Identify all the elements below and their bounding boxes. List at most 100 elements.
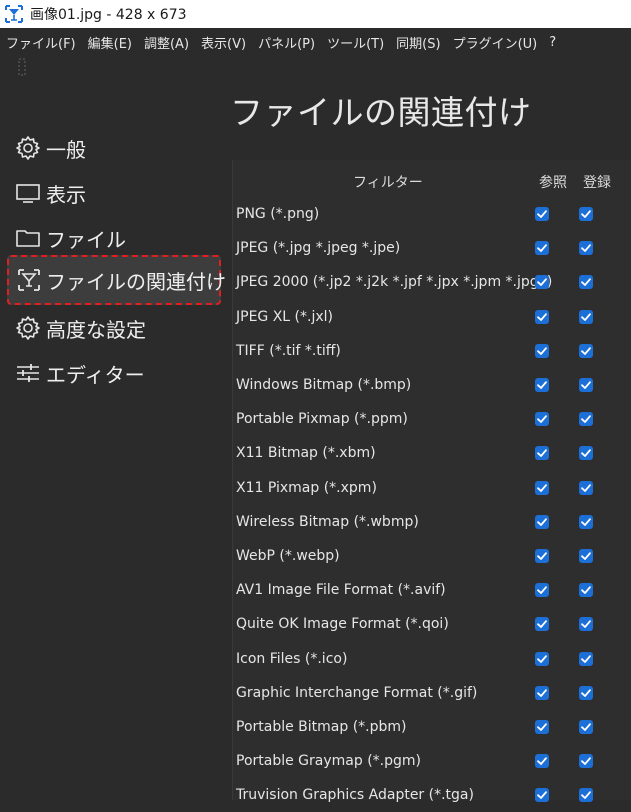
register-checkbox[interactable] [579,480,593,495]
reference-checkbox[interactable] [535,583,549,598]
reference-checkbox[interactable] [535,617,549,632]
table-row[interactable]: Truvision Graphics Adapter (*.tga) [233,778,631,812]
table-row[interactable]: JPEG (*.jpg *.jpeg *.jpe) [233,231,631,265]
table-row[interactable]: Icon Files (*.ico) [233,642,631,676]
reference-checkbox[interactable] [535,207,549,221]
register-checkbox[interactable] [579,446,593,461]
menu-edit[interactable]: 編集(E) [82,33,138,52]
register-checkbox[interactable] [579,549,593,563]
reference-checkbox[interactable] [535,651,549,666]
header-reference[interactable]: 参照 [539,172,567,192]
reference-checkbox[interactable] [535,685,549,700]
table-row[interactable]: PNG (*.png) [233,197,631,231]
sidebar-item-display[interactable]: 表示 [14,176,86,210]
reference-checkbox[interactable] [535,754,549,769]
register-checkbox[interactable] [579,617,593,632]
header-filter[interactable]: フィルター [353,172,423,192]
gear-icon [14,134,42,162]
register-checkbox[interactable] [579,651,593,666]
register-checkbox[interactable] [579,754,593,769]
toolbar-grip-handle[interactable] [16,57,28,77]
filter-name: X11 Pixmap (*.xpm) [236,479,377,496]
menu-help[interactable]: ? [543,35,562,50]
filter-name: Truvision Graphics Adapter (*.tga) [236,787,474,804]
table-row[interactable]: Portable Pixmap (*.ppm) [233,402,631,436]
table-header: フィルター 参照 登録 [233,160,631,200]
table-row[interactable]: WebP (*.webp) [233,539,631,573]
menu-plugins[interactable]: プラグイン(U) [447,33,544,52]
sidebar-item-label: エディター [46,362,145,387]
sidebar-item-file-association[interactable]: ファイルの関連付け [7,255,226,305]
register-checkbox[interactable] [579,378,593,392]
reference-checkbox[interactable] [535,241,549,256]
reference-checkbox[interactable] [535,549,549,563]
sidebar-item-editor[interactable]: エディター [14,356,145,390]
filter-name: WebP (*.webp) [236,548,340,564]
reference-checkbox[interactable] [535,446,549,461]
reference-checkbox[interactable] [535,343,549,358]
register-checkbox[interactable] [579,309,593,324]
header-register[interactable]: 登録 [583,172,611,192]
table-row[interactable]: Graphic Interchange Format (*.gif) [233,676,631,710]
table-row[interactable]: JPEG 2000 (*.jp2 *.j2k *.jpf *.jpx *.jpm… [233,265,631,299]
filter-name: Portable Pixmap (*.ppm) [236,411,408,428]
menu-tools[interactable]: ツール(T) [321,33,390,52]
sidebar-item-label: ファイルの関連付け [46,269,226,294]
reference-checkbox[interactable] [535,378,549,392]
register-checkbox[interactable] [579,275,593,290]
sidebar-item-file[interactable]: ファイル [14,221,126,255]
register-checkbox[interactable] [579,720,593,734]
reference-checkbox[interactable] [535,788,549,803]
sidebar-item-general[interactable]: 一般 [14,131,86,165]
window-title: 画像01.jpg - 428 x 673 [30,7,187,23]
reference-checkbox[interactable] [535,309,549,324]
filter-name: Portable Graymap (*.pgm) [236,753,421,770]
table-row[interactable]: JPEG XL (*.jxl) [233,300,631,334]
sidebar-item-label: 一般 [46,137,86,162]
table-row[interactable]: Windows Bitmap (*.bmp) [233,368,631,402]
filter-name: TIFF (*.tif *.tiff) [236,342,341,359]
menu-sync[interactable]: 同期(S) [390,33,446,52]
reference-checkbox[interactable] [535,480,549,495]
filter-name: Icon Files (*.ico) [236,650,348,667]
sliders-icon [14,359,42,387]
register-checkbox[interactable] [579,514,593,529]
table-row[interactable]: X11 Bitmap (*.xbm) [233,436,631,470]
register-checkbox[interactable] [579,241,593,256]
filter-name: Portable Bitmap (*.pbm) [236,719,407,735]
filter-name: Wireless Bitmap (*.wbmp) [236,513,419,530]
table-row[interactable]: Portable Graymap (*.pgm) [233,744,631,778]
filter-name: AV1 Image File Format (*.avif) [236,582,446,599]
gear-icon [14,314,42,342]
page-title: ファイルの関連付け [230,93,532,132]
menu-file[interactable]: ファイル(F) [0,33,82,52]
table-row[interactable]: Portable Bitmap (*.pbm) [233,710,631,744]
filter-name: JPEG XL (*.jxl) [236,308,333,325]
register-checkbox[interactable] [579,583,593,598]
menu-view[interactable]: 表示(V) [195,33,252,52]
register-checkbox[interactable] [579,207,593,221]
reference-checkbox[interactable] [535,275,549,290]
sidebar-item-advanced[interactable]: 高度な設定 [14,311,146,345]
menu-adjust[interactable]: 調整(A) [138,33,195,52]
filter-name: Quite OK Image Format (*.qoi) [236,616,449,633]
register-checkbox[interactable] [579,685,593,700]
title-bar: 画像01.jpg - 428 x 673 [0,0,631,28]
menu-panel[interactable]: パネル(P) [252,33,321,52]
reference-checkbox[interactable] [535,412,549,427]
folder-icon [14,224,42,252]
sidebar-item-label: 高度な設定 [46,317,146,342]
menu-bar: ファイル(F) 編集(E) 調整(A) 表示(V) パネル(P) ツール(T) … [0,28,631,56]
table-row[interactable]: Wireless Bitmap (*.wbmp) [233,505,631,539]
table-row[interactable]: Quite OK Image Format (*.qoi) [233,607,631,641]
reference-checkbox[interactable] [535,514,549,529]
register-checkbox[interactable] [579,343,593,358]
table-row[interactable]: TIFF (*.tif *.tiff) [233,334,631,368]
table-row[interactable]: X11 Pixmap (*.xpm) [233,471,631,505]
app-icon [3,3,25,25]
register-checkbox[interactable] [579,788,593,803]
reference-checkbox[interactable] [535,720,549,734]
filter-name: JPEG 2000 (*.jp2 *.j2k *.jpf *.jpx *.jpm… [236,274,553,291]
table-row[interactable]: AV1 Image File Format (*.avif) [233,573,631,607]
register-checkbox[interactable] [579,412,593,427]
